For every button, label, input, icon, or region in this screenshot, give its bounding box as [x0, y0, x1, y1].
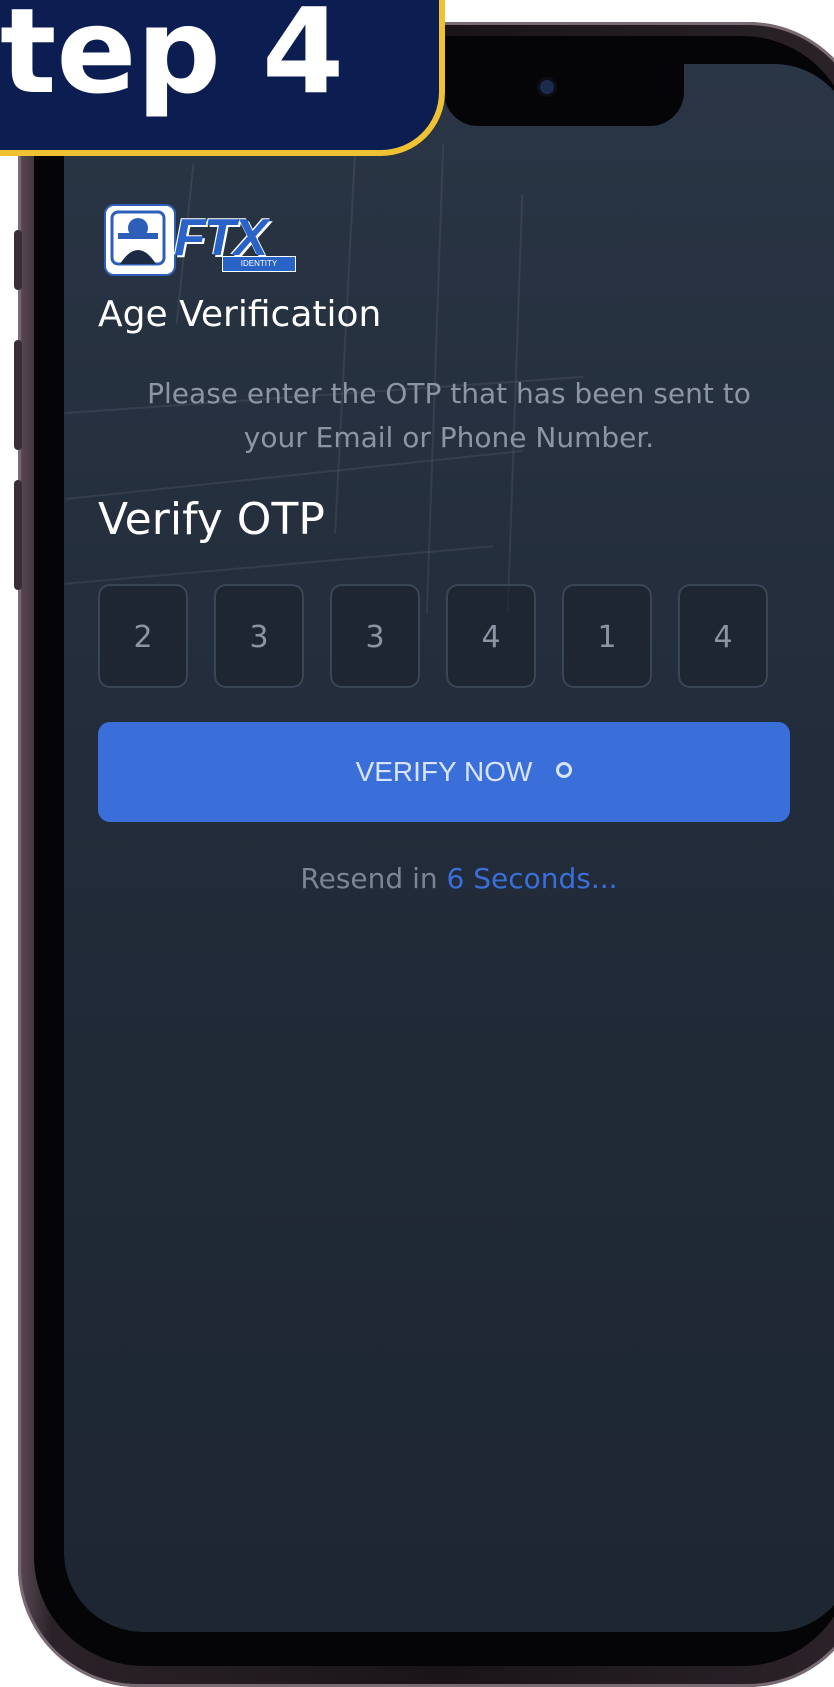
front-camera [540, 80, 554, 94]
phone-volume-up [14, 340, 22, 450]
face-scan-icon [104, 204, 176, 276]
otp-instruction-line-2: your Email or Phone Number. [243, 421, 655, 454]
ftx-identity-logo: FTX IDENTITY [104, 204, 296, 276]
otp-digit-6[interactable]: 4 [678, 584, 768, 688]
phone-screen: FTX IDENTITY Age Verification Please ent… [64, 64, 834, 1632]
otp-instruction-line-1: Please enter the OTP that has been sent … [147, 377, 751, 410]
resend-prefix: Resend in [300, 862, 447, 895]
phone-volume-down [14, 480, 22, 590]
resend-timer: Resend in 6 Seconds... [64, 862, 834, 895]
verify-now-label: VERIFY NOW [355, 756, 533, 787]
step-banner-label: tep 4 [0, 0, 345, 120]
otp-digit-1[interactable]: 2 [98, 584, 188, 688]
otp-input-group: 2 3 3 4 1 4 [98, 584, 790, 690]
spinner-icon [556, 762, 572, 778]
otp-digit-3[interactable]: 3 [330, 584, 420, 688]
otp-digit-4[interactable]: 4 [446, 584, 536, 688]
verify-otp-heading: Verify OTP [98, 494, 325, 545]
step-banner: tep 4 [0, 0, 445, 156]
otp-instruction: Please enter the OTP that has been sent … [104, 372, 794, 460]
verify-now-button[interactable]: VERIFY NOW [98, 722, 790, 822]
age-verification-title: Age Verification [98, 294, 382, 335]
phone-mute-switch [14, 230, 22, 290]
resend-countdown-link[interactable]: 6 Seconds... [447, 862, 618, 895]
otp-digit-5[interactable]: 1 [562, 584, 652, 688]
background-line [334, 154, 356, 534]
otp-digit-2[interactable]: 3 [214, 584, 304, 688]
phone-notch [444, 64, 684, 126]
logo-subtext: IDENTITY [222, 256, 296, 272]
